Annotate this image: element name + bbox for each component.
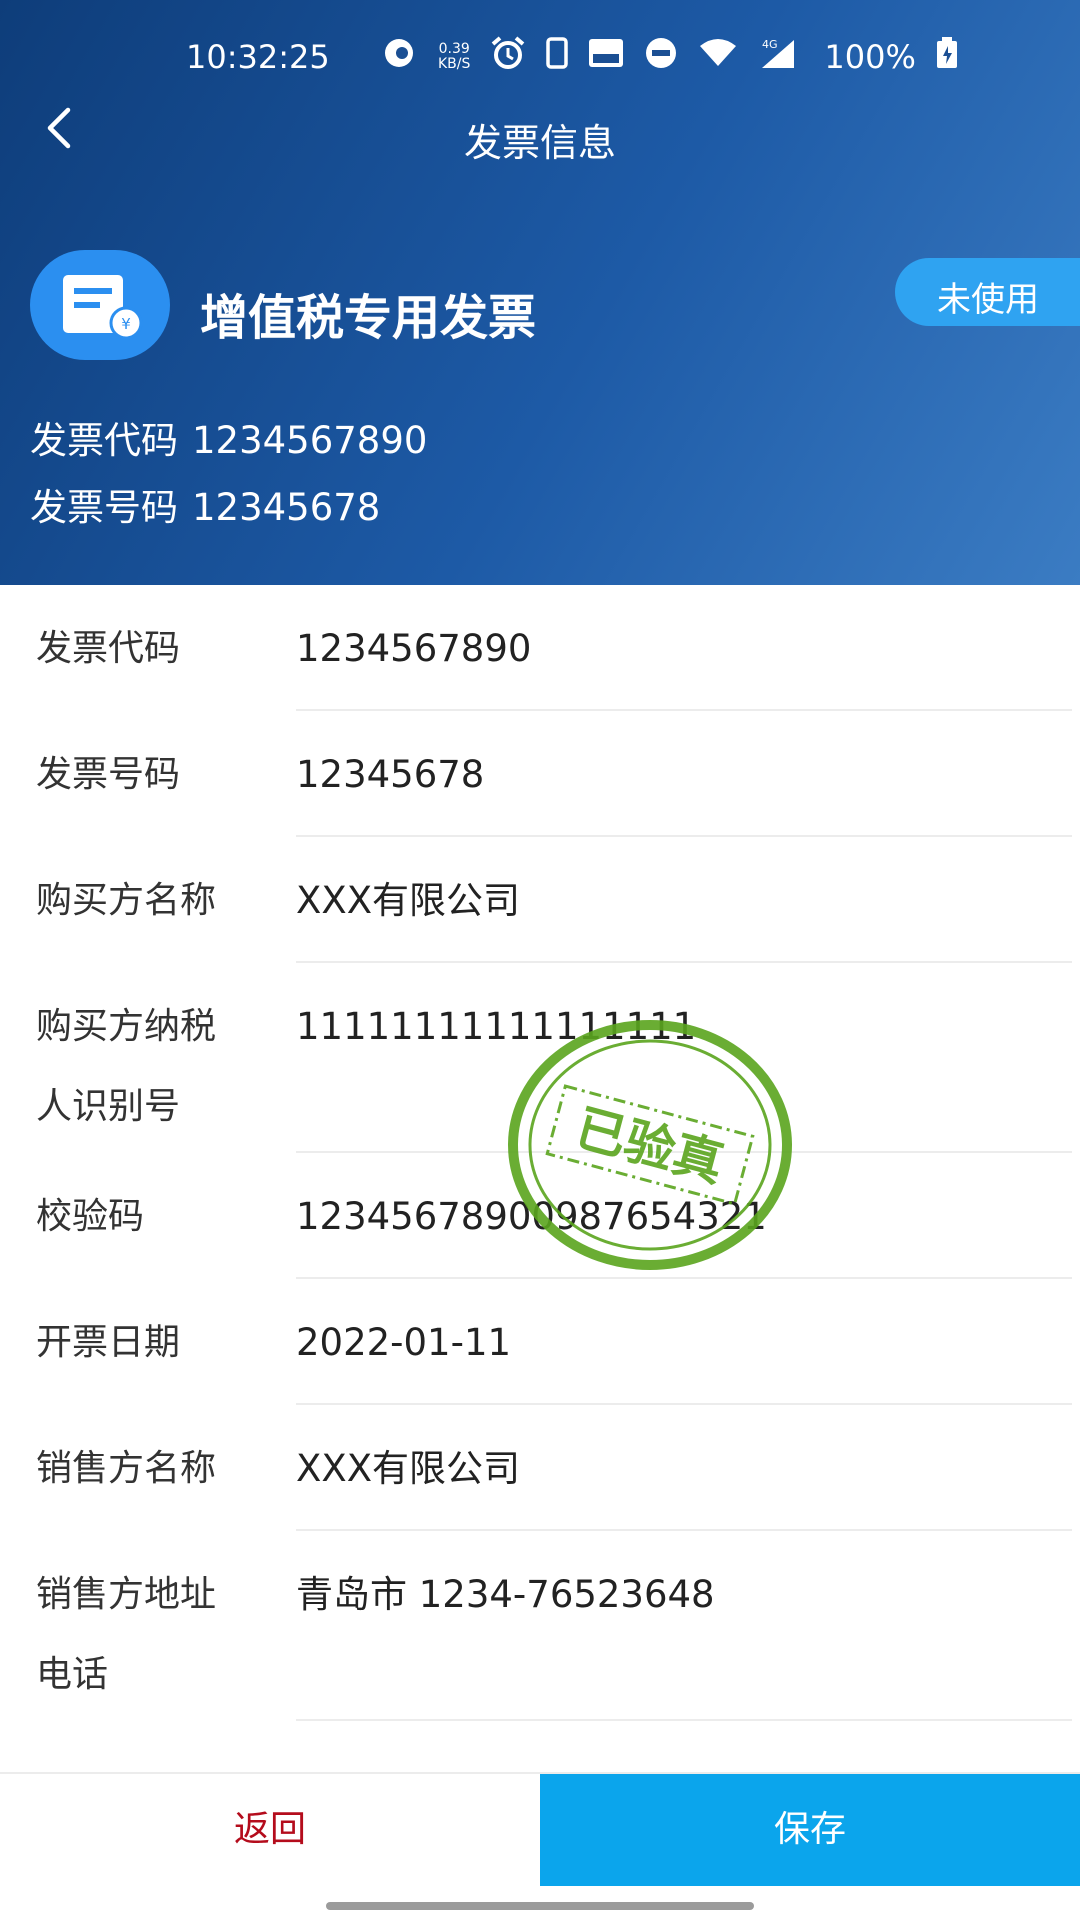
status-bar: 10:32:25 0.39 KB/S 4G 100% bbox=[0, 30, 1080, 80]
field-label: 开票日期 bbox=[36, 1322, 181, 1363]
field-label: 购买方名称 bbox=[36, 880, 217, 921]
field-label: 发票号码 bbox=[36, 754, 181, 795]
alarm-icon bbox=[490, 36, 526, 77]
battery-icon bbox=[936, 37, 958, 76]
verified-stamp: 已验真 bbox=[505, 1015, 795, 1275]
field-label: 发票代码 bbox=[36, 628, 181, 669]
field-value: 12345678 bbox=[296, 753, 485, 796]
field-value: 青岛市 1234-76523648 bbox=[296, 1573, 715, 1616]
status-icons: 0.39 KB/S 4G 100% bbox=[380, 36, 958, 77]
field-value: 1234567890 bbox=[296, 627, 532, 670]
stamp-text: 已验真 bbox=[570, 1099, 730, 1194]
save-button[interactable]: 保存 bbox=[540, 1774, 1080, 1886]
field-label-line1: 购买方纳税 bbox=[36, 1006, 217, 1047]
field-label: 购买方纳税 人识别号 bbox=[36, 987, 256, 1147]
field-row-invoice-code: 发票代码 1234567890 bbox=[0, 585, 1080, 711]
field-label: 销售方地址 电话 bbox=[36, 1555, 256, 1715]
wifi-icon bbox=[698, 38, 738, 75]
header-panel: 10:32:25 0.39 KB/S 4G 100% 发票信息 ¥ 增值税专用发… bbox=[0, 0, 1080, 585]
net-speed-value: 0.39 bbox=[438, 40, 470, 57]
field-row-invoice-number: 发票号码 12345678 bbox=[0, 711, 1080, 837]
network-speed: 0.39 KB/S bbox=[438, 40, 471, 72]
status-badge-label: 未使用 bbox=[937, 280, 1039, 320]
divider bbox=[296, 1719, 1072, 1721]
hero-number-label: 发票号码 bbox=[30, 486, 178, 529]
hero-code-value: 1234567890 bbox=[192, 419, 428, 462]
status-time: 10:32:25 bbox=[186, 38, 330, 76]
nav-bar: 发票信息 bbox=[0, 100, 1080, 170]
field-value: XXX有限公司 bbox=[296, 1447, 521, 1490]
field-label-line1: 销售方地址 bbox=[36, 1574, 217, 1615]
page-title: 发票信息 bbox=[463, 121, 616, 165]
app-notification-icon bbox=[380, 37, 418, 76]
hero-invoice-number: 发票号码 12345678 bbox=[30, 477, 380, 531]
volte-icon bbox=[588, 38, 624, 75]
bottom-action-bar: 返回 保存 bbox=[0, 1772, 1080, 1886]
field-value: 2022-01-11 bbox=[296, 1321, 512, 1364]
field-label: 校验码 bbox=[36, 1196, 145, 1237]
dnd-icon bbox=[644, 36, 678, 77]
field-row-seller-name: 销售方名称 XXX有限公司 bbox=[0, 1405, 1080, 1531]
hero-number-value: 12345678 bbox=[192, 486, 381, 529]
field-row-issue-date: 开票日期 2022-01-11 bbox=[0, 1279, 1080, 1405]
invoice-icon: ¥ bbox=[30, 250, 170, 360]
field-label: 销售方名称 bbox=[36, 1448, 217, 1489]
field-row-buyer-name: 购买方名称 XXX有限公司 bbox=[0, 837, 1080, 963]
status-badge: 未使用 bbox=[895, 258, 1080, 326]
field-value: XXX有限公司 bbox=[296, 879, 521, 922]
invoice-type: 增值税专用发票 bbox=[200, 290, 537, 346]
signal-icon: 4G bbox=[758, 36, 798, 77]
svg-text:¥: ¥ bbox=[121, 315, 131, 333]
hero-invoice-code: 发票代码 1234567890 bbox=[30, 410, 427, 464]
field-row-seller-address-phone: 销售方地址电话 青岛市 1234-76523648 bbox=[0, 1531, 1080, 1721]
return-button[interactable]: 返回 bbox=[0, 1774, 540, 1886]
home-indicator[interactable] bbox=[326, 1902, 754, 1910]
phone-icon bbox=[546, 37, 569, 76]
network-type: 4G bbox=[762, 38, 778, 51]
field-label-line2: 人识别号 bbox=[36, 1086, 181, 1127]
battery-percent: 100% bbox=[824, 37, 916, 76]
net-speed-unit: KB/S bbox=[438, 55, 471, 72]
hero-code-label: 发票代码 bbox=[30, 419, 178, 462]
field-label-line2: 电话 bbox=[36, 1654, 109, 1695]
